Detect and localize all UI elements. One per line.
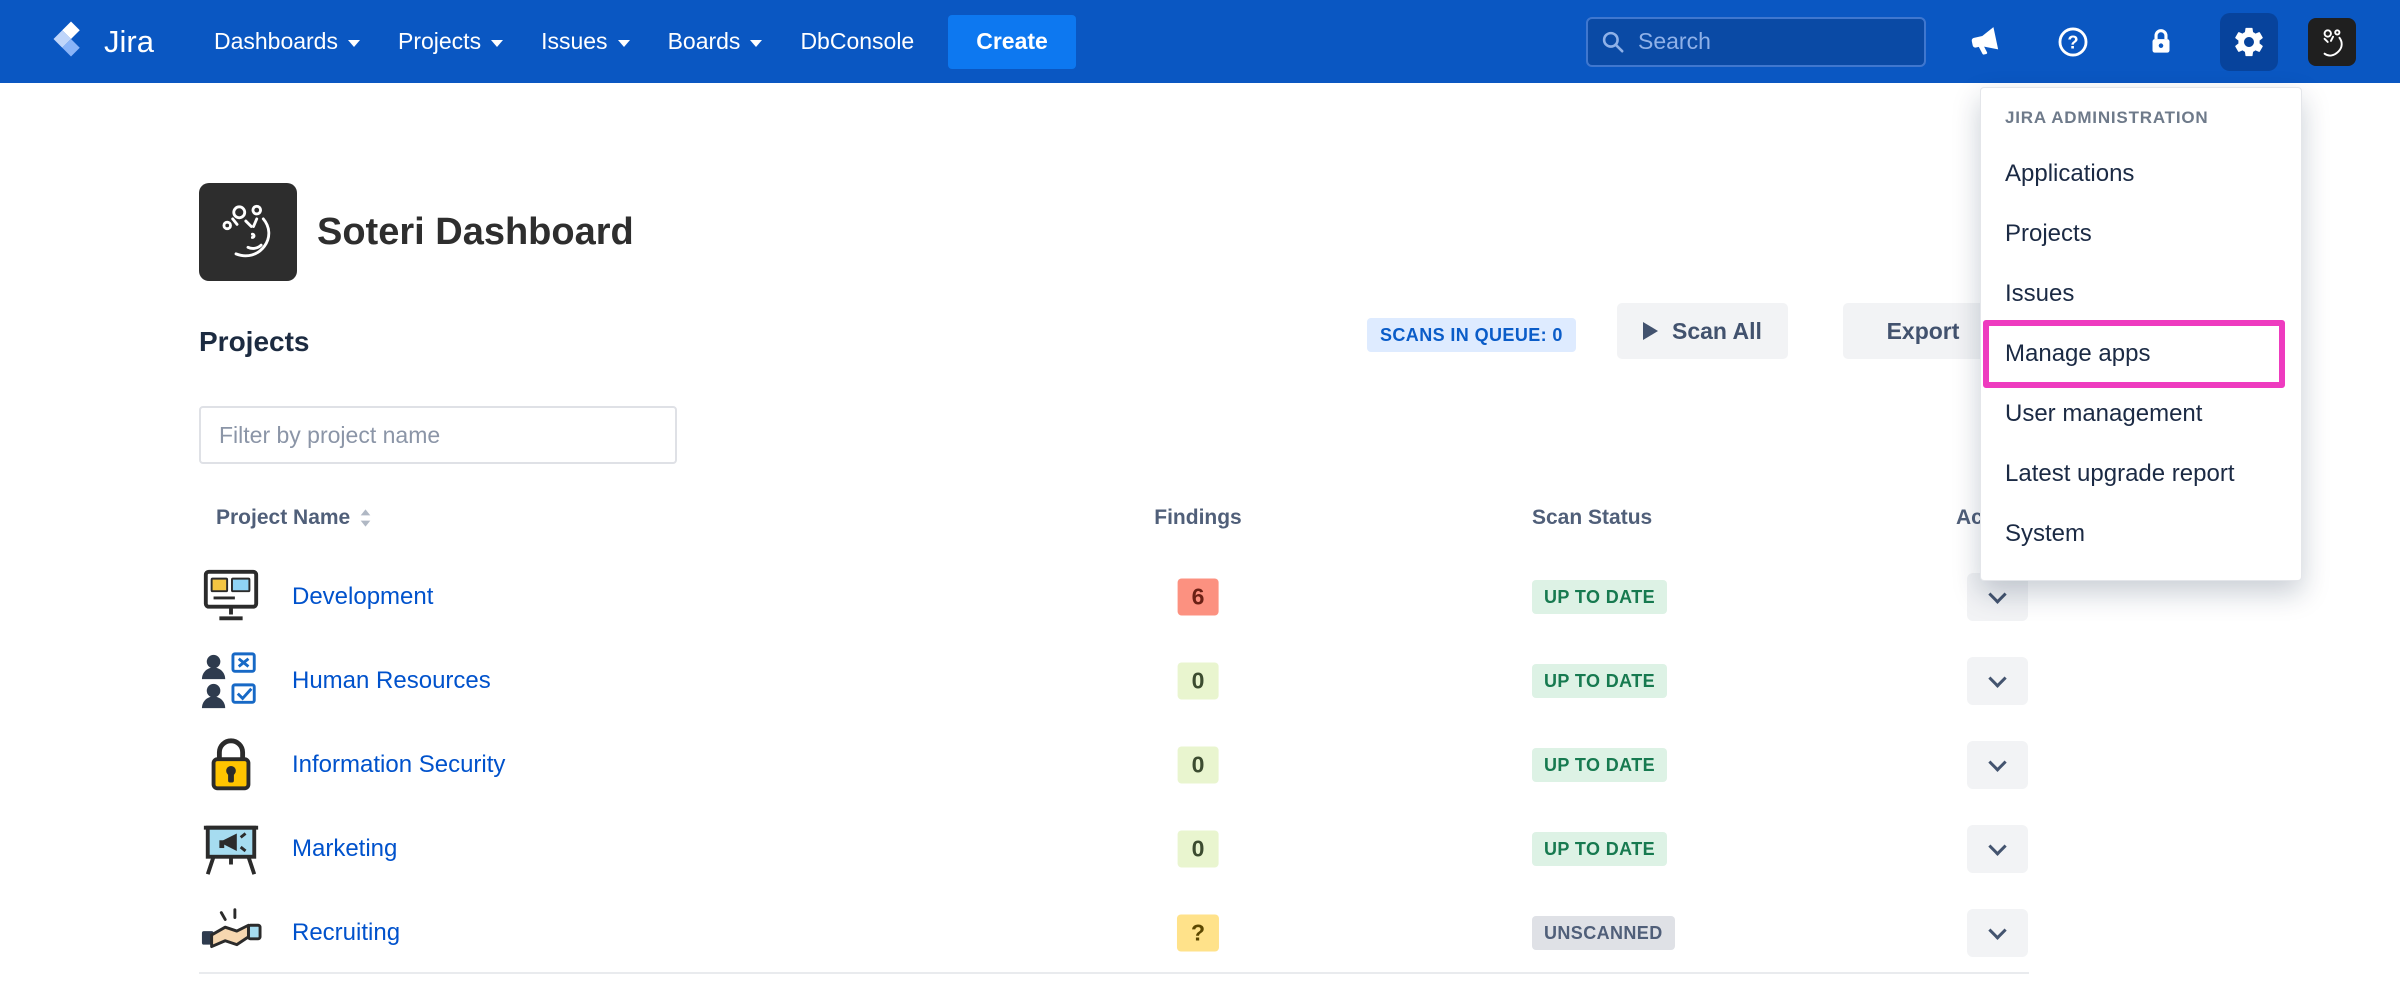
- chevron-down-icon: [618, 40, 630, 47]
- admin-item-projects[interactable]: Projects: [1981, 204, 2301, 264]
- nav-item-projects[interactable]: Projects: [394, 22, 507, 61]
- jira-logo-icon: [50, 18, 92, 65]
- nav-item-label: Dashboards: [214, 28, 338, 55]
- export-label: Export: [1887, 318, 1960, 345]
- table-row: Recruiting ? UNSCANNED: [199, 891, 2029, 975]
- column-header-scan-status: Scan Status: [1532, 506, 1652, 530]
- table-bottom-divider: [199, 972, 2029, 974]
- findings-badge: 6: [1178, 579, 1219, 616]
- nav-item-label: Issues: [541, 28, 607, 55]
- marketing-icon: [200, 818, 262, 880]
- admin-item-manage-apps[interactable]: Manage apps: [1981, 324, 2301, 384]
- search-input[interactable]: [1636, 27, 1914, 56]
- project-filter-input[interactable]: [199, 406, 677, 464]
- page-header: Soteri Dashboard: [199, 183, 634, 281]
- status-badge: UP TO DATE: [1532, 664, 1667, 698]
- chevron-down-icon: [1988, 753, 2006, 771]
- chevron-down-icon: [348, 40, 360, 47]
- admin-item-latest-upgrade-report[interactable]: Latest upgrade report: [1981, 444, 2301, 504]
- jira-brand[interactable]: Jira: [50, 18, 154, 65]
- scan-all-button[interactable]: Scan All: [1617, 303, 1788, 359]
- findings-badge: ?: [1177, 915, 1219, 952]
- sort-icon: [358, 507, 373, 529]
- status-badge: UP TO DATE: [1532, 748, 1667, 782]
- admin-menu-heading: JIRA ADMINISTRATION: [1981, 108, 2301, 144]
- nav-menu: Dashboards Projects Issues Boards DbCons…: [210, 22, 918, 61]
- gear-icon: [2232, 25, 2266, 59]
- project-link[interactable]: Recruiting: [292, 919, 400, 947]
- admin-item-system[interactable]: System: [1981, 504, 2301, 564]
- row-actions-button[interactable]: [1967, 741, 2028, 789]
- soteri-logo: [199, 183, 297, 281]
- megaphone-icon: [1968, 25, 2002, 59]
- permissions-button[interactable]: [2132, 13, 2190, 71]
- create-button[interactable]: Create: [948, 15, 1076, 69]
- nav-item-label: DbConsole: [800, 28, 914, 55]
- table-row: Information Security 0 UP TO DATE: [199, 723, 2029, 807]
- human-resources-icon: [200, 650, 262, 712]
- project-link[interactable]: Development: [292, 583, 433, 611]
- search-icon: [1600, 29, 1626, 55]
- column-header-label: Project Name: [216, 506, 350, 530]
- status-badge: UNSCANNED: [1532, 916, 1675, 950]
- brand-name: Jira: [104, 24, 154, 60]
- announcements-button[interactable]: [1956, 13, 2014, 71]
- chevron-down-icon: [750, 40, 762, 47]
- project-link[interactable]: Human Resources: [292, 667, 491, 695]
- page-title: Soteri Dashboard: [317, 211, 634, 254]
- top-navbar: Jira Dashboards Projects Issues Boards D…: [0, 0, 2400, 83]
- nav-item-label: Projects: [398, 28, 481, 55]
- help-button[interactable]: ?: [2044, 13, 2102, 71]
- column-header-findings: Findings: [1154, 506, 1242, 530]
- lock-icon: [2144, 25, 2178, 59]
- scans-in-queue-badge: SCANS IN QUEUE: 0: [1367, 318, 1576, 352]
- soteri-avatar-icon: [2315, 25, 2349, 59]
- admin-item-user-management[interactable]: User management: [1981, 384, 2301, 444]
- projects-section-heading: Projects: [199, 326, 310, 358]
- status-badge: UP TO DATE: [1532, 832, 1667, 866]
- development-icon: [200, 566, 262, 628]
- recruiting-icon: [200, 902, 262, 964]
- help-icon: ?: [2056, 25, 2090, 59]
- table-row: Marketing 0 UP TO DATE: [199, 807, 2029, 891]
- nav-item-issues[interactable]: Issues: [537, 22, 633, 61]
- chevron-down-icon: [1988, 837, 2006, 855]
- row-actions-button[interactable]: [1967, 825, 2028, 873]
- play-icon: [1643, 322, 1658, 340]
- row-actions-button[interactable]: [1967, 657, 2028, 705]
- chevron-down-icon: [1988, 585, 2006, 603]
- nav-item-label: Boards: [668, 28, 741, 55]
- nav-item-dashboards[interactable]: Dashboards: [210, 22, 364, 61]
- table-row: Development 6 UP TO DATE: [199, 555, 2029, 639]
- chevron-down-icon: [1988, 669, 2006, 687]
- projects-table: Development 6 UP TO DATE Human Resources…: [199, 555, 2029, 975]
- information-security-icon: [200, 734, 262, 796]
- chevron-down-icon: [1988, 921, 2006, 939]
- scan-all-label: Scan All: [1672, 318, 1762, 345]
- chevron-down-icon: [491, 40, 503, 47]
- nav-item-dbconsole[interactable]: DbConsole: [796, 22, 918, 61]
- admin-settings-button[interactable]: [2220, 13, 2278, 71]
- jira-administration-menu: JIRA ADMINISTRATION Applications Project…: [1980, 87, 2302, 581]
- status-badge: UP TO DATE: [1532, 580, 1667, 614]
- admin-item-issues[interactable]: Issues: [1981, 264, 2301, 324]
- svg-text:?: ?: [2067, 31, 2078, 52]
- nav-item-boards[interactable]: Boards: [664, 22, 767, 61]
- findings-badge: 0: [1178, 663, 1219, 700]
- profile-avatar[interactable]: [2308, 18, 2356, 66]
- findings-badge: 0: [1178, 747, 1219, 784]
- project-link[interactable]: Marketing: [292, 835, 397, 863]
- search-box: [1586, 17, 1926, 67]
- project-link[interactable]: Information Security: [292, 751, 505, 779]
- table-row: Human Resources 0 UP TO DATE: [199, 639, 2029, 723]
- navbar-right-cluster: ?: [1586, 13, 2356, 71]
- export-button[interactable]: Export: [1843, 303, 2003, 359]
- row-actions-button[interactable]: [1967, 909, 2028, 957]
- findings-badge: 0: [1178, 831, 1219, 868]
- admin-item-applications[interactable]: Applications: [1981, 144, 2301, 204]
- column-header-project-name[interactable]: Project Name: [216, 506, 373, 530]
